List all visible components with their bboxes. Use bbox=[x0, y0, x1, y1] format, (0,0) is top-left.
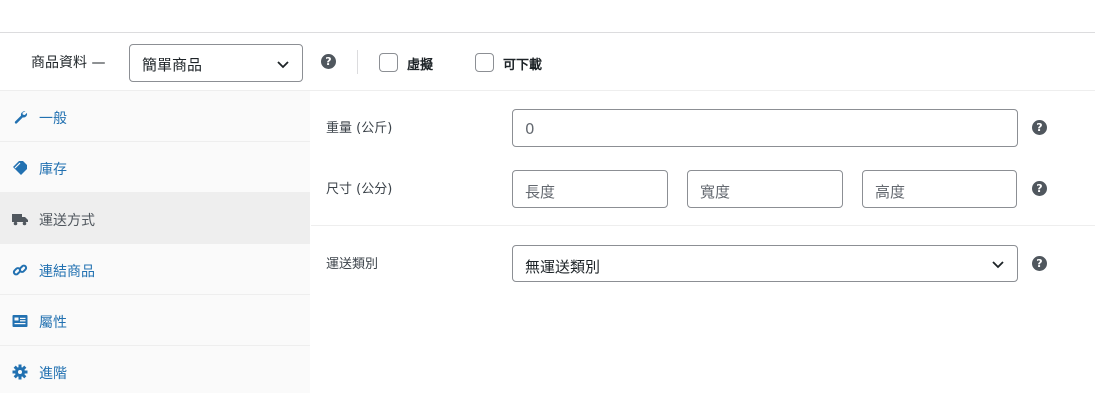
help-icon[interactable]: ? bbox=[1032, 120, 1047, 135]
tab-inventory[interactable]: 庫存 bbox=[0, 142, 310, 193]
tab-label: 屬性 bbox=[39, 315, 67, 331]
shipping-class-select[interactable]: 無運送類別 bbox=[512, 245, 1018, 282]
height-input[interactable]: 高度 bbox=[862, 170, 1017, 208]
product-type-select[interactable]: 簡單商品 bbox=[129, 44, 303, 82]
tab-label: 運送方式 bbox=[39, 213, 95, 229]
tab-label: 一般 bbox=[39, 111, 67, 127]
weight-label: 重量 (公斤) bbox=[326, 121, 393, 136]
help-icon[interactable]: ? bbox=[1032, 256, 1047, 271]
dimensions-label: 尺寸 (公分) bbox=[326, 182, 393, 197]
height-placeholder: 高度 bbox=[875, 183, 906, 201]
product-type-value: 簡單商品 bbox=[142, 56, 203, 74]
attributes-card-icon bbox=[12, 315, 28, 327]
shipping-class-value: 無運送類別 bbox=[525, 258, 601, 276]
tag-icon bbox=[13, 161, 27, 175]
help-icon[interactable]: ? bbox=[1032, 181, 1047, 196]
gear-icon bbox=[12, 364, 28, 380]
weight-placeholder: 0 bbox=[525, 120, 535, 138]
chevron-down-icon bbox=[277, 61, 289, 69]
length-input[interactable]: 長度 bbox=[512, 170, 668, 208]
divider bbox=[357, 50, 358, 74]
help-icon[interactable]: ? bbox=[321, 54, 336, 69]
tab-label: 連結商品 bbox=[39, 264, 95, 280]
chevron-down-icon bbox=[992, 261, 1004, 269]
virtual-checkbox[interactable] bbox=[379, 53, 398, 72]
tab-label: 進階 bbox=[39, 366, 67, 382]
shipping-class-label: 運送類別 bbox=[326, 257, 379, 272]
wrench-icon bbox=[14, 111, 28, 124]
weight-input[interactable]: 0 bbox=[512, 109, 1018, 147]
tab-shipping[interactable]: 運送方式 bbox=[0, 193, 310, 244]
virtual-label[interactable]: 虛擬 bbox=[407, 54, 433, 73]
downloadable-checkbox[interactable] bbox=[475, 53, 494, 72]
link-icon bbox=[12, 264, 28, 276]
product-data-header: 商品資料 — 簡單商品 ? 虛擬 可下載 bbox=[0, 33, 1095, 91]
tab-general[interactable]: 一般 bbox=[0, 91, 310, 142]
tab-label: 庫存 bbox=[39, 162, 67, 178]
tab-attributes[interactable]: 屬性 bbox=[0, 295, 310, 346]
tab-advanced[interactable]: 進階 bbox=[0, 346, 310, 393]
divider bbox=[311, 225, 1095, 226]
width-placeholder: 寬度 bbox=[700, 183, 731, 201]
width-input[interactable]: 寬度 bbox=[687, 170, 843, 208]
top-spacer bbox=[0, 0, 1095, 33]
product-data-label: 商品資料 — bbox=[31, 55, 106, 71]
tab-linked-products[interactable]: 連結商品 bbox=[0, 244, 310, 295]
downloadable-label[interactable]: 可下載 bbox=[503, 54, 542, 73]
truck-icon bbox=[12, 214, 28, 226]
length-placeholder: 長度 bbox=[525, 183, 556, 201]
product-data-tabs: 一般 庫存 運送方式 連結商品 屬性 進階 bbox=[0, 91, 310, 393]
